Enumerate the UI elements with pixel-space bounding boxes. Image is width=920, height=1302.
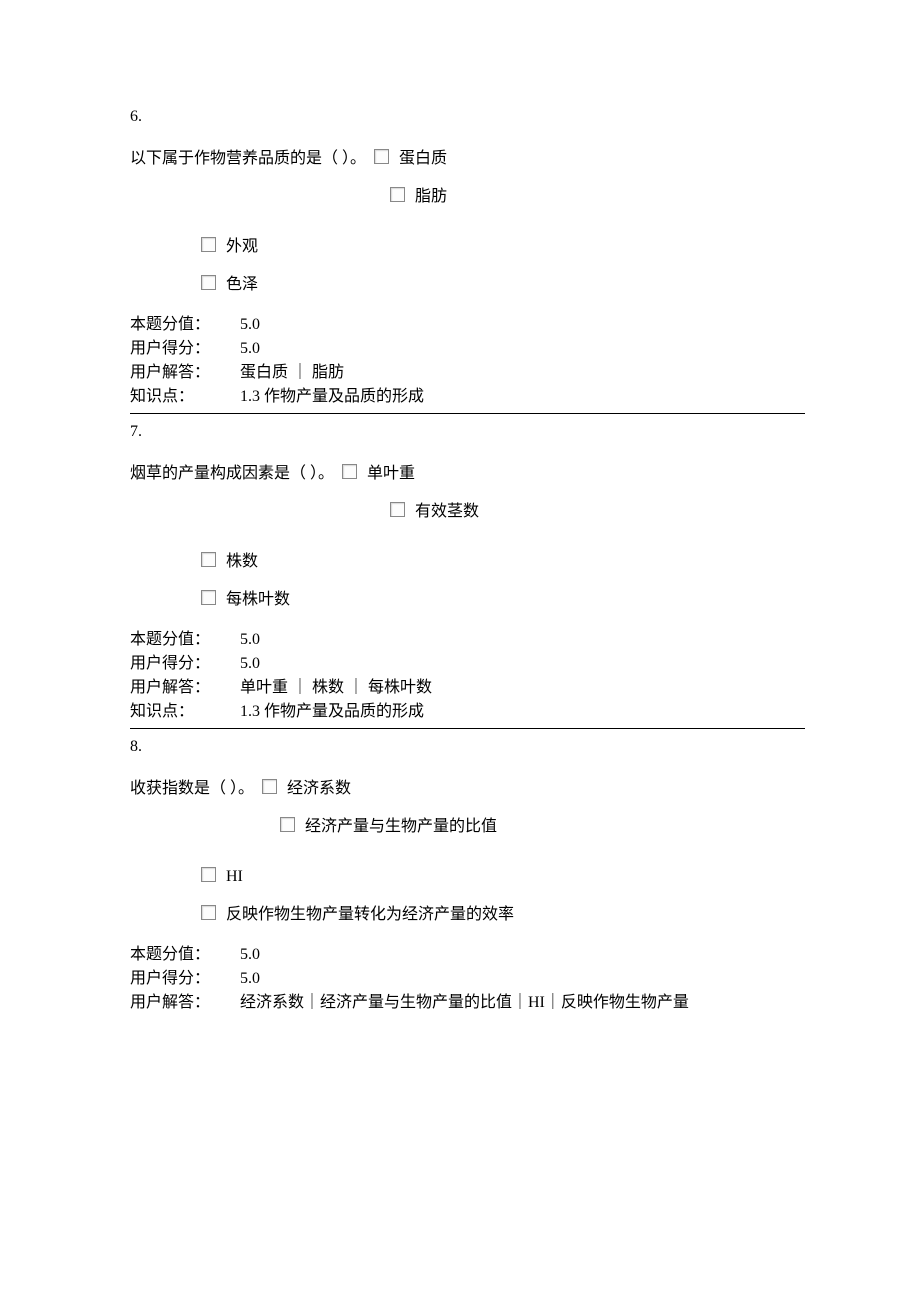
option-text: HI	[226, 865, 243, 889]
meta-label: 知识点：	[130, 700, 240, 724]
checkbox-icon[interactable]	[390, 187, 405, 202]
option-text: 单叶重	[367, 462, 415, 486]
option-item: 脂肪	[130, 185, 805, 209]
question-block: 7. 烟草的产量构成因素是（ ）。 单叶重 有效茎数 株数 每株叶数 本题分值：…	[130, 420, 805, 729]
option-text: 经济产量与生物产量的比值	[305, 815, 497, 839]
option-text: 每株叶数	[226, 588, 290, 612]
question-number: 8.	[130, 735, 805, 759]
meta-row-score: 本题分值： 5.0	[130, 628, 805, 652]
meta-row-user-score: 用户得分： 5.0	[130, 967, 805, 991]
meta-row-answer: 用户解答： 蛋白质 ｜ 脂肪	[130, 361, 805, 385]
meta-label: 本题分值：	[130, 943, 240, 967]
question-stem-row: 以下属于作物营养品质的是（ ）。 蛋白质	[130, 147, 805, 171]
option-item: HI	[130, 865, 805, 889]
meta-label: 用户解答：	[130, 676, 240, 700]
option-item: 色泽	[130, 273, 805, 297]
meta-row-answer: 用户解答： 经济系数｜经济产量与生物产量的比值｜HI｜反映作物生物产量	[130, 991, 805, 1015]
option-text: 有效茎数	[415, 500, 479, 524]
meta-row-user-score: 用户得分： 5.0	[130, 652, 805, 676]
meta-label: 知识点：	[130, 385, 240, 409]
option-item: 有效茎数	[130, 500, 805, 524]
meta-block: 本题分值： 5.0 用户得分： 5.0 用户解答： 经济系数｜经济产量与生物产量…	[130, 943, 805, 1015]
option-item: 株数	[130, 550, 805, 574]
option-text: 株数	[226, 550, 258, 574]
meta-label: 用户得分：	[130, 967, 240, 991]
meta-label: 本题分值：	[130, 628, 240, 652]
question-stem: 以下属于作物营养品质的是（ ）。	[130, 147, 366, 171]
question-number: 6.	[130, 105, 805, 129]
option-item: 每株叶数	[130, 588, 805, 612]
meta-row-answer: 用户解答： 单叶重 ｜ 株数 ｜ 每株叶数	[130, 676, 805, 700]
meta-value: 5.0	[240, 943, 805, 967]
checkbox-icon[interactable]	[201, 552, 216, 567]
option-text: 反映作物生物产量转化为经济产量的效率	[226, 903, 514, 927]
meta-value: 5.0	[240, 652, 805, 676]
question-stem: 收获指数是（ ）。	[130, 777, 254, 801]
checkbox-icon[interactable]	[201, 275, 216, 290]
meta-value: 1.3 作物产量及品质的形成	[240, 385, 805, 409]
question-stem: 烟草的产量构成因素是（ ）。	[130, 462, 334, 486]
meta-label: 用户解答：	[130, 361, 240, 385]
question-stem-row: 收获指数是（ ）。 经济系数	[130, 777, 805, 801]
meta-value: 1.3 作物产量及品质的形成	[240, 700, 805, 724]
separator	[130, 413, 805, 414]
page-container: 6. 以下属于作物营养品质的是（ ）。 蛋白质 脂肪 外观 色泽 本题分值： 5…	[0, 0, 920, 1061]
meta-value: 5.0	[240, 628, 805, 652]
meta-label: 用户得分：	[130, 652, 240, 676]
checkbox-icon[interactable]	[342, 464, 357, 479]
meta-label: 本题分值：	[130, 313, 240, 337]
option-item: 蛋白质	[374, 147, 447, 171]
checkbox-icon[interactable]	[201, 237, 216, 252]
option-text: 蛋白质	[399, 147, 447, 171]
option-text: 经济系数	[287, 777, 351, 801]
checkbox-icon[interactable]	[201, 905, 216, 920]
option-text: 色泽	[226, 273, 258, 297]
option-text: 外观	[226, 235, 258, 259]
meta-value: 5.0	[240, 967, 805, 991]
option-item: 经济产量与生物产量的比值	[130, 815, 805, 839]
question-stem-row: 烟草的产量构成因素是（ ）。 单叶重	[130, 462, 805, 486]
meta-label: 用户得分：	[130, 337, 240, 361]
option-item: 单叶重	[342, 462, 415, 486]
checkbox-icon[interactable]	[201, 867, 216, 882]
meta-row-score: 本题分值： 5.0	[130, 943, 805, 967]
meta-value: 5.0	[240, 313, 805, 337]
separator	[130, 728, 805, 729]
checkbox-icon[interactable]	[201, 590, 216, 605]
meta-label: 用户解答：	[130, 991, 240, 1015]
meta-row-user-score: 用户得分： 5.0	[130, 337, 805, 361]
meta-value: 单叶重 ｜ 株数 ｜ 每株叶数	[240, 676, 805, 700]
meta-row-knowledge: 知识点： 1.3 作物产量及品质的形成	[130, 700, 805, 724]
question-block: 8. 收获指数是（ ）。 经济系数 经济产量与生物产量的比值 HI 反映作物生物…	[130, 735, 805, 1015]
meta-value: 经济系数｜经济产量与生物产量的比值｜HI｜反映作物生物产量	[240, 991, 805, 1015]
checkbox-icon[interactable]	[262, 779, 277, 794]
meta-block: 本题分值： 5.0 用户得分： 5.0 用户解答： 蛋白质 ｜ 脂肪 知识点： …	[130, 313, 805, 409]
option-item: 外观	[130, 235, 805, 259]
meta-value: 5.0	[240, 337, 805, 361]
meta-row-knowledge: 知识点： 1.3 作物产量及品质的形成	[130, 385, 805, 409]
meta-row-score: 本题分值： 5.0	[130, 313, 805, 337]
meta-value: 蛋白质 ｜ 脂肪	[240, 361, 805, 385]
checkbox-icon[interactable]	[390, 502, 405, 517]
checkbox-icon[interactable]	[280, 817, 295, 832]
question-block: 6. 以下属于作物营养品质的是（ ）。 蛋白质 脂肪 外观 色泽 本题分值： 5…	[130, 105, 805, 414]
meta-block: 本题分值： 5.0 用户得分： 5.0 用户解答： 单叶重 ｜ 株数 ｜ 每株叶…	[130, 628, 805, 724]
checkbox-icon[interactable]	[374, 149, 389, 164]
option-item: 经济系数	[262, 777, 351, 801]
option-text: 脂肪	[415, 185, 447, 209]
question-number: 7.	[130, 420, 805, 444]
option-item: 反映作物生物产量转化为经济产量的效率	[130, 903, 805, 927]
